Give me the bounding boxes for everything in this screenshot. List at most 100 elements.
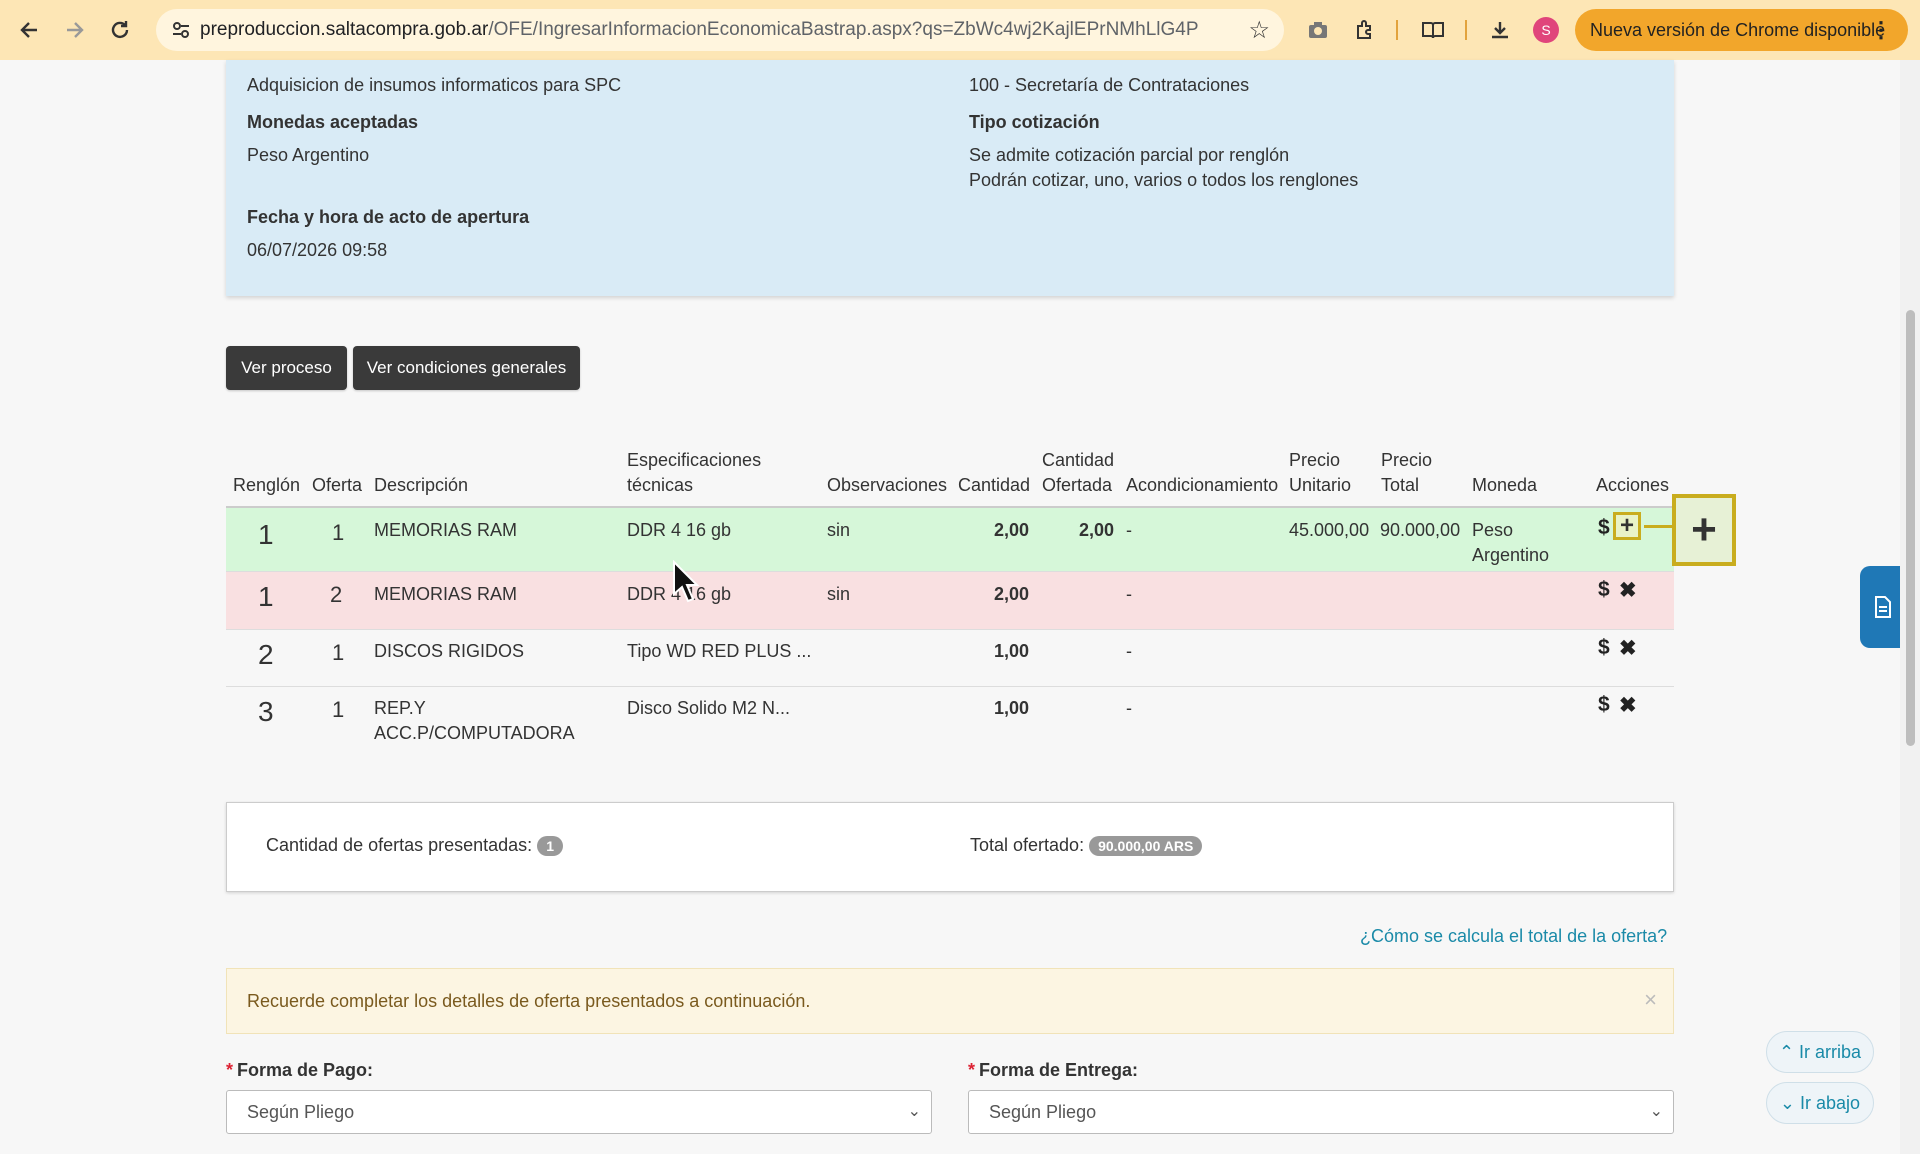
mouse-cursor-icon [673,560,700,603]
row-descripcion-2: ACC.P/COMPUTADORA [374,723,575,743]
row-moneda-2: Argentino [1472,545,1550,565]
star-icon[interactable]: ☆ [1248,16,1270,45]
reading-list-icon[interactable] [1418,15,1448,45]
header-oferta: Oferta [312,475,363,495]
monedas-value: Peso Argentino [247,145,370,165]
site-settings-icon[interactable] [168,17,194,43]
browser-toolbar: preproduccion.saltacompra.gob.ar/OFE/Ing… [0,0,1920,60]
header-precio-total-2: Total [1381,475,1420,495]
monedas-label: Monedas aceptadas [247,112,419,132]
row-precio-unitario: 45.000,00 [1289,520,1370,540]
row-acondicionamiento: - [1126,584,1132,604]
required-mark: * [226,1060,234,1080]
forma-entrega-label-text: Forma de Entrega: [979,1060,1139,1080]
row-renglon: 1 [258,519,274,550]
row-renglon: 2 [258,639,274,670]
row-acondicionamiento: - [1126,641,1132,661]
header-cantidad: Cantidad [958,475,1031,495]
price-dollar-icon[interactable]: $ [1598,516,1610,540]
more-icon[interactable]: ⋮ [1870,17,1892,43]
ir-arriba-button[interactable]: ⌃ Ir arriba [1766,1031,1874,1073]
ver-proceso-button[interactable]: Ver proceso [226,346,347,390]
ver-condiciones-generales-button[interactable]: Ver condiciones generales [353,346,580,390]
row-cantidad: 1,00 [994,641,1030,661]
ofertas-count-badge: 1 [537,836,563,857]
forma-entrega-select[interactable]: Según Pliego ⌄ [968,1090,1674,1134]
forma-pago-value: Según Pliego [247,1102,355,1122]
toolbar-separator [1396,20,1398,40]
table-row[interactable]: 3 1 REP.Y ACC.P/COMPUTADORA Disco Solido… [226,686,1674,758]
ir-abajo-button[interactable]: ⌄ Ir abajo [1766,1082,1874,1124]
chevron-down-icon: ⌄ [907,1103,921,1120]
price-dollar-icon[interactable]: $ [1598,636,1610,660]
row-descripcion: MEMORIAS RAM [374,584,518,604]
table-row[interactable]: 1 2 MEMORIAS RAM DDR 4 16 gb sin 2,00 - … [226,571,1674,629]
download-icon[interactable] [1485,15,1515,45]
remove-offer-x-icon[interactable]: ✖ [1619,578,1637,603]
url-path: /OFE/IngresarInformacionEconomicaBastrap… [488,19,1200,40]
scrollbar-thumb[interactable] [1906,310,1915,746]
add-offer-plus-icon[interactable]: + [1613,512,1641,540]
row-precio-total: 90.000,00 [1380,520,1461,540]
header-precio-total-1: Precio [1381,450,1433,470]
chevron-up-icon: ⌃ [1778,1041,1795,1062]
extensions-icon[interactable] [1350,15,1380,45]
offer-summary-panel: Cantidad de ofertas presentadas: 1 Total… [226,802,1674,892]
header-acondicionamiento: Acondicionamiento [1126,475,1279,495]
reload-icon[interactable] [105,15,135,45]
row-cantidad: 2,00 [994,520,1030,540]
row-descripcion: MEMORIAS RAM [374,520,518,540]
forward-arrow-icon[interactable] [60,15,90,45]
highlight-connector [1644,525,1673,528]
header-moneda: Moneda [1472,475,1538,495]
row-observaciones: sin [827,584,851,604]
chrome-update-button[interactable]: Nueva versión de Chrome disponible ⋮ [1575,9,1908,51]
zoomed-plus-icon: + [1672,494,1736,566]
table-row[interactable]: 1 1 MEMORIAS RAM DDR 4 16 gb sin 2,00 2,… [226,506,1674,571]
profile-avatar[interactable]: S [1533,17,1559,43]
forma-pago-label: * Forma de Pago: [226,1060,373,1081]
fecha-apertura-value: 06/07/2026 09:58 [247,240,388,260]
row-acondicionamiento: - [1126,520,1132,540]
forma-pago-select[interactable]: Según Pliego ⌄ [226,1090,932,1134]
table-row[interactable]: 2 1 DISCOS RIGIDOS Tipo WD RED PLUS ... … [226,629,1674,686]
back-arrow-icon[interactable] [14,15,44,45]
header-especificaciones-1: Especificaciones [627,450,762,470]
total-ofertado-label: Total ofertado: [970,835,1085,855]
process-info-panel: Adquisicion de insumos informaticos para… [226,60,1674,296]
remove-offer-x-icon[interactable]: ✖ [1619,693,1637,718]
remove-offer-x-icon[interactable]: ✖ [1619,636,1637,661]
header-descripcion: Descripción [374,475,469,495]
total-ofertado: Total ofertado: 90.000,00 ARS [970,835,1203,857]
fecha-apertura-label: Fecha y hora de acto de apertura [247,207,530,227]
row-moneda-1: Peso [1472,520,1514,540]
address-bar[interactable]: preproduccion.saltacompra.gob.ar/OFE/Ing… [156,9,1284,51]
camera-icon[interactable] [1303,15,1333,45]
reminder-alert-text: Recuerde completar los detalles de ofert… [247,991,811,1011]
header-precio-unitario-1: Precio [1289,450,1341,470]
header-acciones: Acciones [1596,475,1670,495]
price-dollar-icon[interactable]: $ [1598,578,1610,602]
chevron-down-icon: ⌄ [1649,1103,1663,1120]
document-icon [1875,596,1891,618]
price-dollar-icon[interactable]: $ [1598,693,1610,717]
close-icon[interactable]: × [1644,987,1657,1013]
row-especificaciones: Tipo WD RED PLUS ... [627,641,812,661]
row-especificaciones: Disco Solido M2 N... [627,698,791,718]
ofertas-presentadas-label: Cantidad de ofertas presentadas: [266,835,533,855]
row-cantidad: 1,00 [994,698,1030,718]
row-cantidad-ofertada: 2,00 [1079,520,1115,540]
como-se-calcula-link[interactable]: ¿Cómo se calcula el total de la oferta? [1360,926,1667,947]
toolbar-separator [1465,20,1467,40]
row-renglon: 3 [258,696,274,727]
ofertas-presentadas: Cantidad de ofertas presentadas: 1 [266,835,563,857]
row-descripcion: DISCOS RIGIDOS [374,641,525,661]
url-host: preproduccion.saltacompra.gob.ar [200,19,489,40]
forma-entrega-label: * Forma de Entrega: [968,1060,1138,1081]
row-acondicionamiento: - [1126,698,1132,718]
row-oferta: 1 [332,520,345,545]
row-cantidad: 2,00 [994,584,1030,604]
chrome-update-label: Nueva versión de Chrome disponible [1590,19,1886,40]
reminder-alert: Recuerde completar los detalles de ofert… [226,968,1674,1034]
objeto-value: Adquisicion de insumos informaticos para… [247,75,622,95]
